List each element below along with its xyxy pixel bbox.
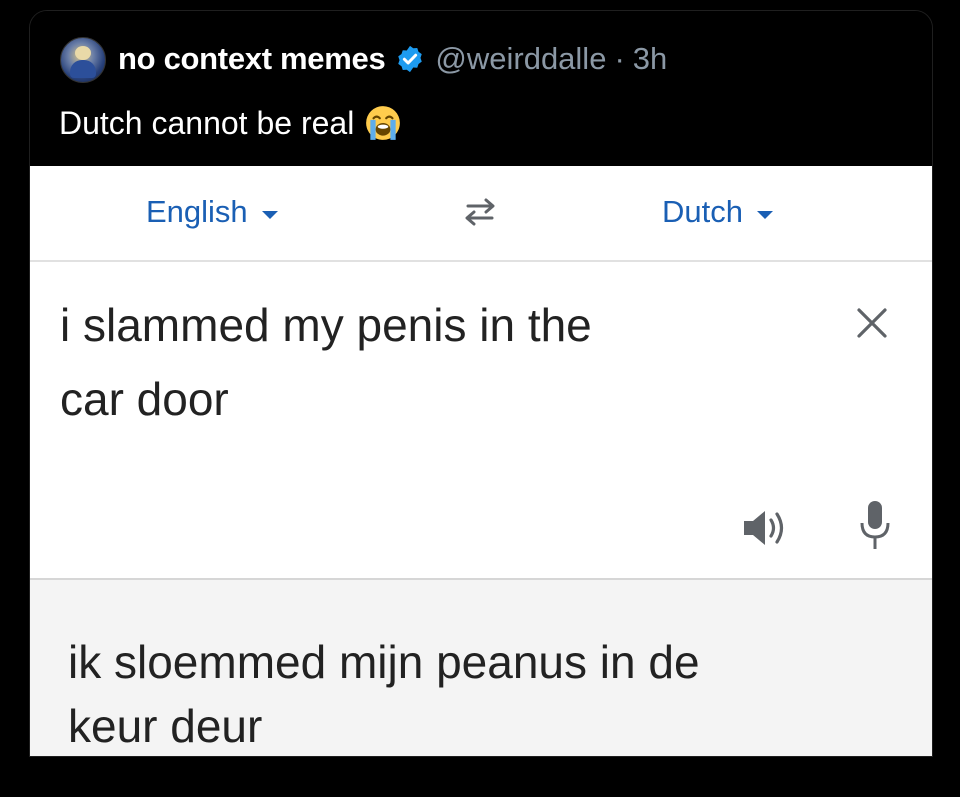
result-text-line: ik sloemmed mijn peanus in de xyxy=(68,636,700,688)
tweet-header: no context memes @weirddalle · 3h Dutch … xyxy=(30,11,932,166)
tweet-card: no context memes @weirddalle · 3h Dutch … xyxy=(29,10,933,757)
translation-result-text: ik sloemmed mijn peanus in de keur deur xyxy=(68,630,908,756)
target-language-selector[interactable]: Dutch xyxy=(662,190,773,234)
swap-arrows-icon[interactable] xyxy=(458,194,502,230)
tweet-text: Dutch cannot be real xyxy=(59,99,402,147)
avatar[interactable] xyxy=(60,37,106,83)
user-handle[interactable]: @weirddalle xyxy=(435,41,606,77)
meta-separator: · xyxy=(614,41,625,76)
source-input-area[interactable]: i slammed my penis in the car door xyxy=(30,262,932,578)
target-language-label: Dutch xyxy=(662,194,743,229)
avatar-face xyxy=(75,46,91,60)
tweet-text-content: Dutch cannot be real xyxy=(59,104,355,141)
microphone-icon[interactable] xyxy=(858,499,892,553)
post-time[interactable]: 3h xyxy=(633,41,667,77)
source-text[interactable]: i slammed my penis in the car door xyxy=(60,288,760,436)
avatar-body xyxy=(70,60,96,78)
source-text-line: car door xyxy=(60,373,229,425)
speaker-icon[interactable] xyxy=(740,506,790,550)
display-name[interactable]: no context memes xyxy=(118,41,386,77)
verified-badge-icon xyxy=(398,45,423,73)
language-bar: English Dutch xyxy=(30,166,932,262)
chevron-down-icon xyxy=(756,211,773,219)
translation-screenshot: English Dutch i slammed my penis in the … xyxy=(30,166,932,756)
close-icon[interactable] xyxy=(855,306,889,340)
translation-result-area: ik sloemmed mijn peanus in de keur deur xyxy=(30,578,932,756)
tweet-author-line: no context memes @weirddalle · 3h xyxy=(118,39,667,79)
source-language-label: English xyxy=(146,194,248,229)
source-language-selector[interactable]: English xyxy=(146,190,278,234)
chevron-down-icon xyxy=(261,211,278,219)
result-text-line: keur deur xyxy=(68,700,263,752)
source-text-line: i slammed my penis in the xyxy=(60,299,592,351)
loudly-crying-face-icon xyxy=(366,106,401,140)
